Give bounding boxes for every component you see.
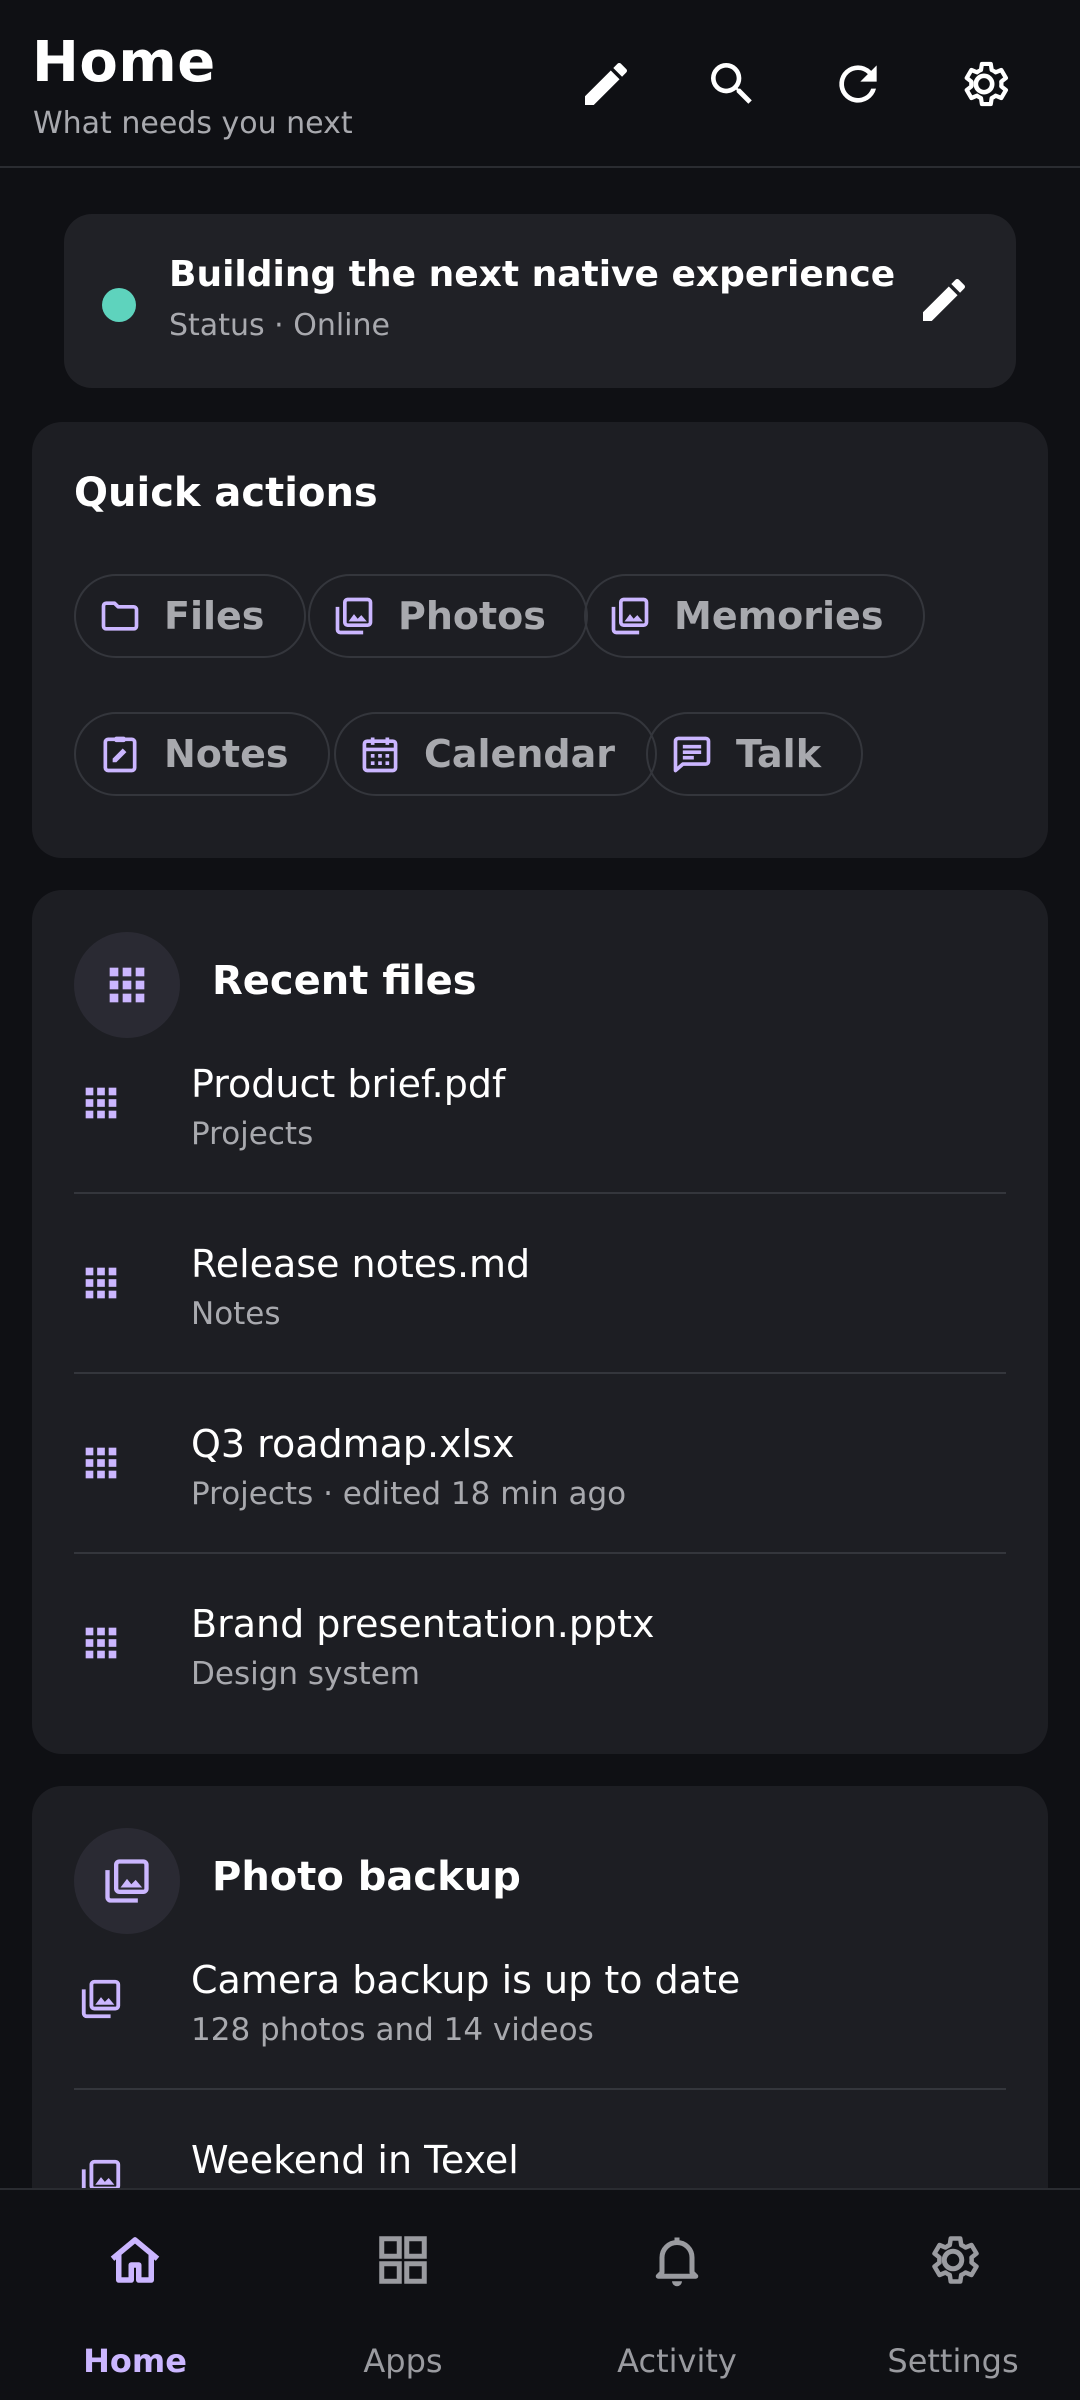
status-subtitle: Status · Online — [169, 308, 390, 343]
settings-icon — [932, 2236, 979, 2284]
quick-action-label: Talk — [736, 732, 821, 776]
apps-grid-icon — [74, 932, 180, 1038]
photo-backup-card: Photo backup Camera backup is up to date… — [32, 1786, 1048, 2188]
quick-action-notes[interactable]: Notes — [74, 712, 331, 796]
memories-icon — [611, 597, 649, 635]
quick-action-label: Files — [164, 594, 265, 638]
divider — [74, 1192, 1006, 1194]
photos-icon — [81, 2159, 121, 2188]
quick-action-label: Photos — [398, 594, 546, 638]
file-meta: Projects — [191, 1116, 314, 1152]
home-scroll-area[interactable]: Building the next native experience Stat… — [0, 170, 1080, 2188]
home-icon — [110, 2237, 160, 2283]
nav-label: Apps — [363, 2342, 443, 2380]
photos-icon — [74, 1828, 180, 1934]
nav-home[interactable]: Home — [0, 2190, 270, 2400]
file-grid-icon — [85, 1447, 117, 1479]
nav-activity[interactable]: Activity — [542, 2190, 812, 2400]
search-icon[interactable] — [700, 52, 764, 116]
recent-files-card: Recent files Product brief.pdf Projects … — [32, 890, 1048, 1754]
quick-action-label: Notes — [164, 732, 289, 776]
list-item[interactable]: Weekend in Texel — [74, 2128, 1006, 2188]
calendar-icon — [362, 737, 398, 773]
quick-action-talk[interactable]: Talk — [646, 712, 863, 796]
page-subtitle: What needs you next — [33, 106, 353, 141]
recent-files-title: Recent files — [212, 958, 477, 1004]
status-card[interactable]: Building the next native experience Stat… — [64, 214, 1016, 388]
list-item[interactable]: Q3 roadmap.xlsx Projects · edited 18 min… — [74, 1412, 1006, 1592]
status-title: Building the next native experience — [169, 254, 896, 295]
quick-actions-card: Quick actions Files Photos Memories Note… — [32, 422, 1048, 858]
quick-action-label: Memories — [674, 594, 884, 638]
file-name: Release notes.md — [191, 1242, 531, 1286]
quick-action-memories[interactable]: Memories — [584, 574, 926, 658]
list-item[interactable]: Brand presentation.pptx Design system — [74, 1592, 1006, 1754]
file-name: Brand presentation.pptx — [191, 1602, 655, 1646]
backup-item-meta: 128 photos and 14 videos — [191, 2012, 594, 2048]
photos-icon — [335, 597, 373, 635]
list-item[interactable]: Camera backup is up to date 128 photos a… — [74, 1948, 1006, 2128]
page-title: Home — [32, 30, 216, 95]
quick-actions-title: Quick actions — [74, 470, 378, 516]
nav-label: Activity — [617, 2342, 737, 2380]
quick-action-calendar[interactable]: Calendar — [334, 712, 657, 796]
list-item[interactable]: Product brief.pdf Projects — [74, 1052, 1006, 1232]
settings-icon[interactable] — [952, 52, 1016, 116]
list-item[interactable]: Release notes.md Notes — [74, 1232, 1006, 1412]
file-grid-icon — [85, 1087, 117, 1119]
chat-icon — [673, 736, 711, 773]
photo-backup-title: Photo backup — [212, 1854, 521, 1900]
folder-icon — [101, 601, 139, 631]
file-grid-icon — [85, 1267, 117, 1299]
file-grid-icon — [85, 1627, 117, 1659]
nav-apps[interactable]: Apps — [268, 2190, 538, 2400]
top-app-bar: Home What needs you next — [0, 0, 1080, 168]
divider — [74, 2088, 1006, 2090]
bell-icon — [655, 2237, 699, 2287]
file-meta: Notes — [191, 1296, 281, 1332]
file-meta: Projects · edited 18 min ago — [191, 1476, 627, 1512]
backup-item-title: Camera backup is up to date — [191, 1958, 741, 2002]
quick-action-label: Calendar — [424, 732, 615, 776]
file-name: Product brief.pdf — [191, 1062, 506, 1106]
edit-icon[interactable] — [574, 52, 638, 116]
apps-grid-icon — [379, 2236, 427, 2284]
file-name: Q3 roadmap.xlsx — [191, 1422, 515, 1466]
divider — [74, 1552, 1006, 1554]
quick-action-photos[interactable]: Photos — [308, 574, 588, 658]
divider — [74, 1372, 1006, 1374]
refresh-icon[interactable] — [826, 52, 890, 116]
online-status-dot — [102, 288, 136, 322]
quick-action-files[interactable]: Files — [74, 574, 307, 658]
file-meta: Design system — [191, 1656, 420, 1692]
photos-icon — [81, 1979, 121, 2019]
nav-label: Settings — [887, 2342, 1019, 2380]
edit-status-icon[interactable] — [910, 266, 978, 334]
notes-icon — [103, 736, 137, 773]
nav-label: Home — [83, 2342, 187, 2380]
nav-settings[interactable]: Settings — [818, 2190, 1080, 2400]
bottom-navigation: Home Apps Activity Settings — [0, 2188, 1080, 2400]
backup-item-title: Weekend in Texel — [191, 2138, 519, 2182]
